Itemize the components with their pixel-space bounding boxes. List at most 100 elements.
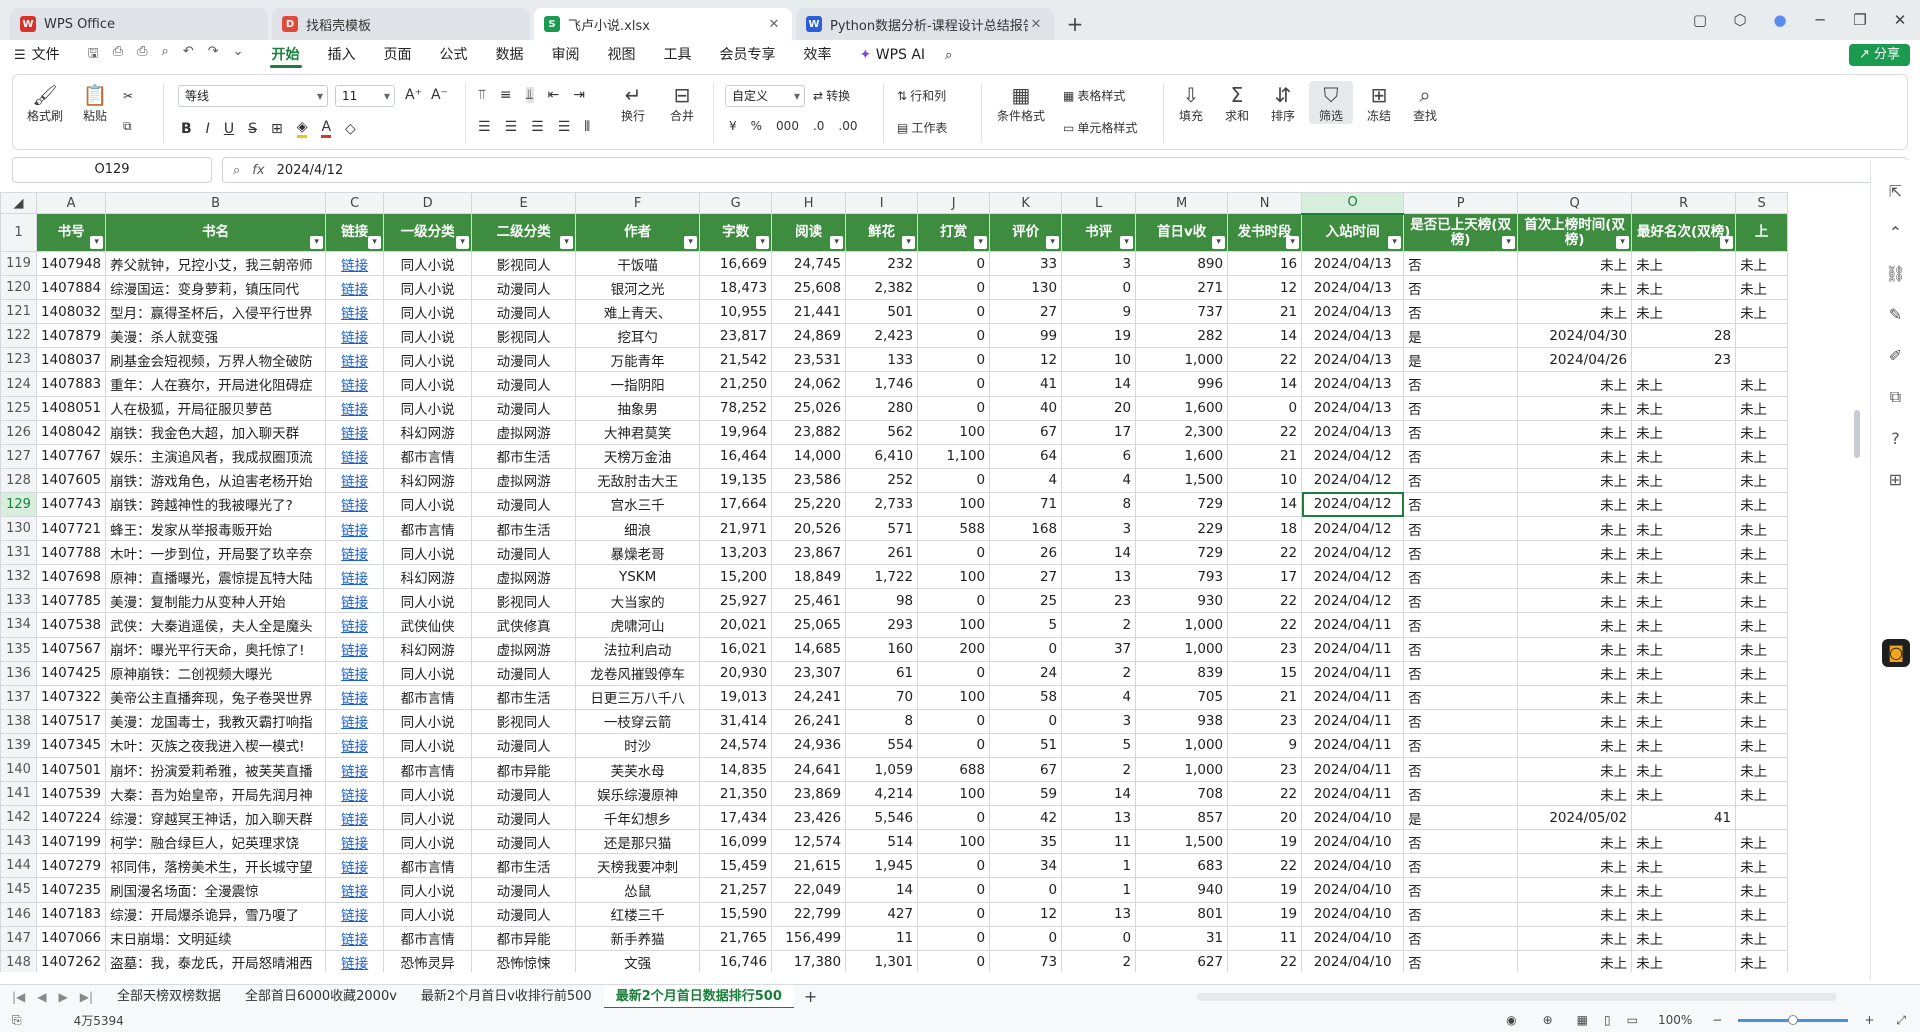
- cell[interactable]: 未上: [1735, 901, 1789, 927]
- cell[interactable]: 2: [1061, 949, 1137, 972]
- header-cell[interactable]: 最好名次(双榜) ▾: [1631, 213, 1737, 252]
- cell[interactable]: 514: [845, 829, 919, 855]
- row-number[interactable]: 121: [0, 299, 37, 325]
- cell[interactable]: 都市言情: [383, 853, 473, 879]
- distribute-icon[interactable]: ⫴: [584, 119, 590, 135]
- cell[interactable]: 23,307: [771, 660, 847, 686]
- cell[interactable]: 1,722: [845, 564, 919, 590]
- link-cell[interactable]: 链接: [325, 732, 385, 758]
- cell[interactable]: 23,426: [771, 805, 847, 831]
- row-number[interactable]: 124: [0, 371, 37, 397]
- row-number[interactable]: 140: [0, 756, 37, 783]
- menu-file[interactable]: 文件: [32, 40, 74, 70]
- font-shrink-icon[interactable]: A⁻: [431, 87, 448, 103]
- cell[interactable]: 100: [917, 564, 991, 590]
- copy-icon[interactable]: ⧉: [123, 119, 132, 134]
- cell[interactable]: 890: [1135, 250, 1229, 277]
- cell[interactable]: 31,414: [699, 708, 773, 734]
- cell[interactable]: 否: [1403, 299, 1519, 325]
- filter-dropdown-icon[interactable]: ▾: [902, 236, 916, 249]
- cell[interactable]: 14: [845, 877, 919, 903]
- cell[interactable]: 未上: [1631, 901, 1737, 927]
- align-middle-icon[interactable]: ≡: [500, 87, 512, 103]
- horizontal-scrollbar[interactable]: [1197, 992, 1838, 1001]
- cell[interactable]: 芙芙水母: [575, 756, 701, 783]
- cell[interactable]: 龙卷风摧毁停车: [575, 660, 701, 686]
- cell[interactable]: 娱乐综漫原神: [575, 781, 701, 807]
- cell[interactable]: 2024/04/12: [1301, 467, 1405, 493]
- cell[interactable]: 554: [845, 732, 919, 758]
- cell[interactable]: 28: [1631, 323, 1737, 349]
- cell[interactable]: 刷基金会短视频，万界人物全破防: [105, 347, 327, 373]
- window-close-icon[interactable]: ✕: [1880, 11, 1920, 29]
- cell[interactable]: 盗墓：我，泰龙氏，开局怒晴湘西: [105, 949, 327, 972]
- bold-icon[interactable]: B: [181, 121, 192, 137]
- cell[interactable]: 33: [989, 250, 1063, 277]
- zoom-in-icon[interactable]: +: [1856, 1013, 1882, 1027]
- cell[interactable]: 1,000: [1135, 636, 1229, 662]
- cell[interactable]: 1407501: [35, 756, 107, 783]
- clear-format-icon[interactable]: ◇: [345, 121, 356, 137]
- cell[interactable]: 6: [1061, 443, 1137, 469]
- cell[interactable]: 同人小说: [383, 299, 473, 325]
- cell[interactable]: 1407235: [35, 877, 107, 903]
- cell[interactable]: 3: [1061, 250, 1137, 277]
- cell[interactable]: 1,746: [845, 371, 919, 397]
- cell[interactable]: 未上: [1631, 612, 1737, 638]
- cell[interactable]: 未上: [1631, 732, 1737, 758]
- fx-icon[interactable]: fx: [252, 163, 264, 178]
- filter-dropdown-icon[interactable]: ▾: [1120, 236, 1134, 249]
- cell[interactable]: 1,000: [1135, 612, 1229, 638]
- cell[interactable]: YSKM: [575, 564, 701, 590]
- cell[interactable]: 崩铁：我金色大超，加入聊天群: [105, 419, 327, 445]
- thousands-icon[interactable]: 000: [776, 119, 799, 133]
- cell[interactable]: 未上: [1631, 443, 1737, 469]
- cell[interactable]: 10: [1061, 347, 1137, 373]
- cell[interactable]: 168: [989, 516, 1063, 542]
- cell[interactable]: 暴燥老哥: [575, 540, 701, 566]
- tools-icon[interactable]: ✎: [1871, 305, 1920, 324]
- cell[interactable]: 2024/04/11: [1301, 660, 1405, 686]
- cell[interactable]: 18: [1227, 516, 1303, 542]
- link-cell[interactable]: 链接: [325, 347, 385, 373]
- cell[interactable]: 恐怖灵异: [383, 949, 473, 972]
- cell[interactable]: 蜂王：发家从举报毒贩开始: [105, 516, 327, 542]
- sort-button[interactable]: ⇵ 排序: [1263, 83, 1303, 124]
- cell[interactable]: 人在极狐，开局征服贝萝芭: [105, 395, 327, 421]
- cell[interactable]: 19,135: [699, 467, 773, 493]
- cell[interactable]: 17,434: [699, 805, 773, 831]
- cell[interactable]: 1407948: [35, 250, 107, 277]
- link-cell[interactable]: 链接: [325, 516, 385, 542]
- link-cell[interactable]: 链接: [325, 275, 385, 301]
- cell[interactable]: 31: [1135, 925, 1229, 951]
- cell[interactable]: 未上: [1517, 491, 1633, 518]
- cell[interactable]: 无敌肘击大王: [575, 467, 701, 493]
- cell[interactable]: 2024/04/13: [1301, 371, 1405, 397]
- indent-decrease-icon[interactable]: ⇤: [548, 87, 560, 103]
- column-header-g[interactable]: G: [699, 192, 773, 214]
- cell[interactable]: 40: [989, 395, 1063, 421]
- cell[interactable]: 6,410: [845, 443, 919, 469]
- cell[interactable]: 未上: [1517, 516, 1633, 542]
- cell[interactable]: 41: [989, 371, 1063, 397]
- cell[interactable]: 2,733: [845, 491, 919, 518]
- cell[interactable]: 22: [1227, 588, 1303, 614]
- link-cell[interactable]: 链接: [325, 588, 385, 614]
- cell[interactable]: 1407538: [35, 612, 107, 638]
- cell[interactable]: 200: [917, 636, 991, 662]
- link-cell[interactable]: 链接: [325, 781, 385, 807]
- cell[interactable]: 同人小说: [383, 660, 473, 686]
- cell[interactable]: 未上: [1631, 516, 1737, 542]
- header-cell[interactable]: 评价 ▾: [989, 213, 1063, 252]
- cell[interactable]: 未上: [1735, 540, 1789, 566]
- cell[interactable]: 都市言情: [383, 756, 473, 783]
- filter-dropdown-icon[interactable]: ▾: [1388, 236, 1402, 249]
- cell[interactable]: 日更三万八千八: [575, 684, 701, 710]
- cell[interactable]: 2: [1061, 756, 1137, 783]
- cell[interactable]: 未上: [1735, 877, 1789, 903]
- cell[interactable]: 627: [1135, 949, 1229, 972]
- cell[interactable]: 23,817: [699, 323, 773, 349]
- header-cell[interactable]: 二级分类 ▾: [471, 213, 577, 252]
- header-cell[interactable]: 入站时间 ▾: [1301, 213, 1405, 252]
- cell[interactable]: 0: [989, 708, 1063, 734]
